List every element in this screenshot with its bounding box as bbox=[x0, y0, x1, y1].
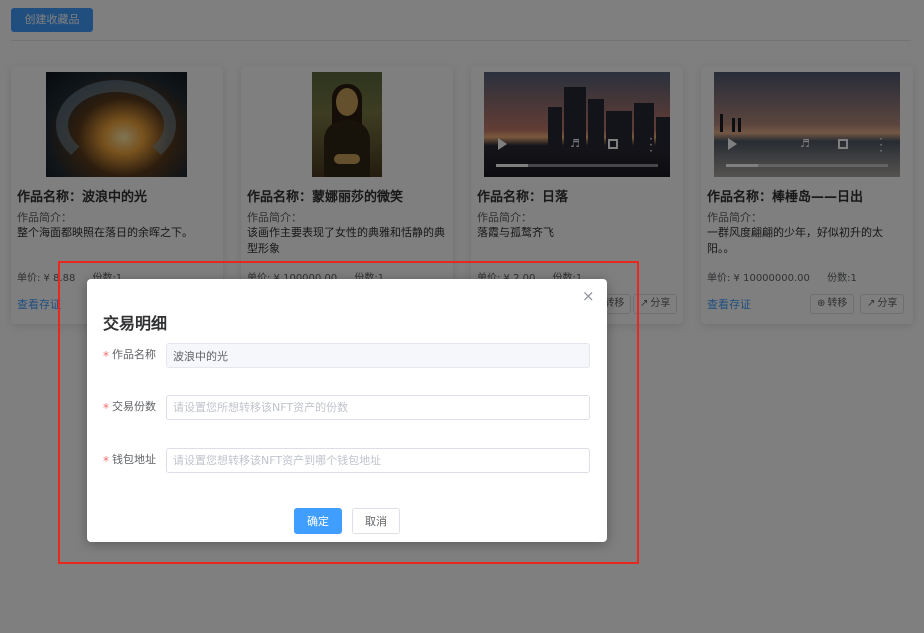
dialog-title: 交易明细 bbox=[103, 314, 168, 333]
artwork-name-field bbox=[166, 343, 590, 368]
required-mark: * bbox=[103, 401, 109, 415]
required-mark: * bbox=[103, 454, 109, 468]
form-row-artwork-name: * 作品名称 bbox=[87, 343, 607, 369]
form-row-wallet-address: * 钱包地址 bbox=[87, 448, 607, 474]
artwork-name-label: 作品名称 bbox=[112, 348, 156, 361]
wallet-address-input[interactable] bbox=[166, 448, 590, 473]
cancel-button[interactable]: 取消 bbox=[352, 508, 400, 534]
required-mark: * bbox=[103, 349, 109, 363]
transaction-dialog: × 交易明细 * 作品名称 * 交易份数 * 钱包地址 确定 取消 bbox=[87, 279, 607, 542]
share-count-label: 交易份数 bbox=[112, 400, 156, 413]
share-count-input[interactable] bbox=[166, 395, 590, 420]
confirm-button[interactable]: 确定 bbox=[294, 508, 342, 534]
wallet-address-label: 钱包地址 bbox=[112, 453, 156, 466]
form-row-share-count: * 交易份数 bbox=[87, 395, 607, 421]
close-icon[interactable]: × bbox=[582, 289, 595, 304]
